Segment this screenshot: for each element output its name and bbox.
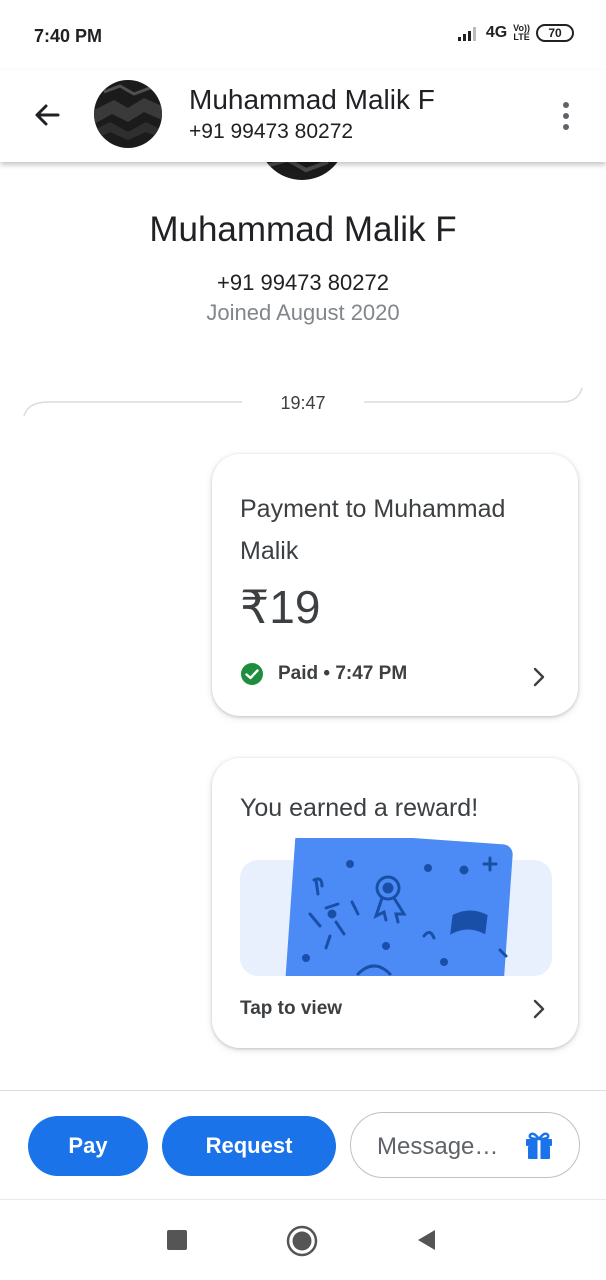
request-button[interactable]: Request	[162, 1116, 336, 1176]
volte-indicator: Vo)) LTE	[513, 23, 530, 42]
check-circle-icon	[241, 663, 263, 685]
chevron-right-icon	[533, 999, 545, 1019]
message-input[interactable]: Message…	[350, 1112, 580, 1178]
battery-indicator: 70	[536, 24, 574, 42]
payment-status-text: Paid • 7:47 PM	[278, 663, 408, 684]
profile-phone: +91 99473 80272	[217, 270, 389, 295]
profile-name: Muhammad Malik F	[149, 210, 457, 249]
message-time: 19:47	[280, 393, 326, 413]
status-time: 7:40 PM	[34, 26, 103, 46]
pay-button[interactable]: Pay	[28, 1116, 148, 1176]
action-bar-divider	[0, 1090, 606, 1091]
message-placeholder: Message…	[377, 1133, 499, 1160]
gift-icon[interactable]	[523, 1129, 555, 1161]
payment-status: Paid • 7:47 PM	[240, 662, 407, 686]
more-vert-icon[interactable]	[550, 96, 582, 136]
back-triangle-icon[interactable]	[416, 1228, 436, 1252]
app-bar: Muhammad Malik F +91 99473 80272	[0, 70, 606, 162]
chevron-right-icon	[533, 667, 545, 687]
reward-card[interactable]: You earned a reward! Tap to view	[212, 758, 578, 1048]
network-type: 4G	[485, 24, 508, 41]
home-circle-icon[interactable]	[286, 1225, 318, 1257]
reward-tap-to-view: Tap to view	[240, 998, 343, 1019]
avatar[interactable]	[94, 80, 162, 148]
payment-amount: ₹19	[240, 581, 321, 633]
status-indicators: 4G Vo)) LTE 70	[457, 23, 574, 42]
scratch-card-image	[240, 838, 552, 976]
header-contact-name: Muhammad Malik F	[189, 84, 435, 115]
header-contact-phone: +91 99473 80272	[189, 120, 354, 143]
signal-icon	[457, 27, 476, 41]
reward-title: You earned a reward!	[240, 794, 479, 822]
recents-square-icon[interactable]	[167, 1230, 187, 1250]
system-nav-bar	[0, 1200, 606, 1280]
status-bar: 7:40 PM 4G Vo)) LTE 70	[0, 0, 606, 70]
profile-joined-date: Joined August 2020	[206, 300, 400, 325]
payment-card[interactable]: Payment to Muhammad Malik ₹19 Paid • 7:4…	[212, 454, 578, 716]
back-arrow-icon[interactable]	[26, 96, 66, 136]
payment-title: Payment to Muhammad Malik	[240, 495, 506, 565]
